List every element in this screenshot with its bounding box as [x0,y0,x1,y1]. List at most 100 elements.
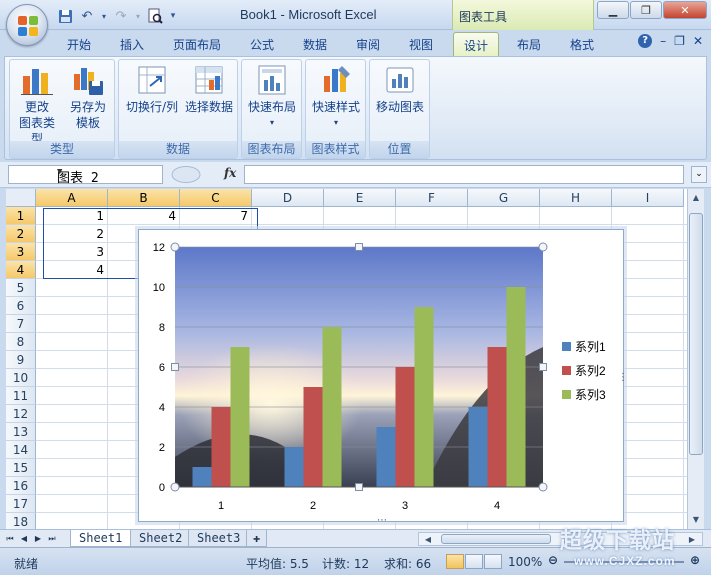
row-header-5[interactable]: 5 [6,279,36,297]
bar-系列3-1[interactable] [230,347,250,487]
bar-系列1-2[interactable] [284,447,304,487]
column-header-c[interactable]: C [180,189,252,207]
horizontal-scroll-thumb[interactable] [441,534,551,544]
row-header-17[interactable]: 17 [6,495,36,513]
normal-view-icon[interactable] [446,554,464,569]
help-icon[interactable]: ? [638,34,653,48]
insert-sheet-icon[interactable]: ✚ [246,530,268,547]
row-header-15[interactable]: 15 [6,459,36,477]
restore-button[interactable]: ❐ [630,1,662,19]
column-header-h[interactable]: H [540,189,612,207]
save-icon[interactable] [56,7,74,25]
plot-area-resize-handle[interactable] [171,363,179,371]
name-box[interactable]: 图表 2 ▼ [8,165,163,186]
row-header-13[interactable]: 13 [6,423,36,441]
quick-styles-button[interactable]: 快速样式 ▾ [308,64,364,131]
legend-entry[interactable]: 系列3 [575,388,606,402]
print-preview-icon[interactable] [146,7,164,25]
row-header-9[interactable]: 9 [6,351,36,369]
column-header-f[interactable]: F [396,189,468,207]
row-header-16[interactable]: 16 [6,477,36,495]
page-layout-view-icon[interactable] [465,554,483,569]
row-header-1[interactable]: 1 [6,207,36,225]
undo-dropdown-icon[interactable]: ▾ [100,7,108,25]
select-all-corner[interactable] [6,189,36,207]
row-header-14[interactable]: 14 [6,441,36,459]
scroll-up-icon[interactable]: ▲ [689,191,703,205]
tab-data[interactable]: 数据 [303,36,327,53]
row-header-4[interactable]: 4 [6,261,36,279]
row-header-6[interactable]: 6 [6,297,36,315]
scroll-left-icon[interactable]: ◀ [421,533,435,547]
minimize-button[interactable]: ▁ [597,1,629,19]
redo-icon[interactable]: ↷ [112,7,130,25]
formula-splitter-icon[interactable] [166,165,216,184]
name-box-dropdown-icon[interactable]: ▼ [57,167,159,177]
undo-icon[interactable]: ↶ [78,7,96,25]
next-sheet-icon[interactable]: ▶ [32,532,44,545]
row-header-3[interactable]: 3 [6,243,36,261]
first-sheet-icon[interactable]: ⏮ [4,532,16,545]
bar-系列1-1[interactable] [192,467,212,487]
bar-系列2-2[interactable] [303,387,323,487]
plot-area-resize-handle[interactable] [538,482,548,492]
page-break-view-icon[interactable] [484,554,502,569]
tab-formulas[interactable]: 公式 [250,36,274,53]
chart-resize-grip-icon[interactable]: ⋮ [618,372,625,383]
chart-canvas[interactable]: 0246810121234系列1系列2系列3⋯⋯⋮⋮ [139,230,625,523]
tab-review[interactable]: 审阅 [356,36,380,53]
formula-input[interactable] [244,165,684,184]
vertical-scrollbar[interactable]: ▲ ▼ [687,189,704,529]
legend-entry[interactable]: 系列2 [575,364,606,378]
row-header-8[interactable]: 8 [6,333,36,351]
bar-系列3-2[interactable] [322,327,342,487]
zoom-level[interactable]: 100% [508,555,542,569]
bar-系列1-4[interactable] [468,407,488,487]
scroll-right-icon[interactable]: ▶ [685,533,699,547]
plot-area-resize-handle[interactable] [538,242,548,252]
save-as-template-button[interactable]: 另存为 模板 [64,64,112,131]
plot-area-resize-handle[interactable] [170,482,180,492]
insert-function-icon[interactable]: fx [224,166,236,180]
column-header-a[interactable]: A [36,189,108,207]
move-chart-button[interactable]: 移动图表 [372,64,428,115]
column-header-i[interactable]: I [612,189,684,207]
workbook-minimize-icon[interactable]: – [660,34,666,48]
zoom-in-icon[interactable]: ⊕ [690,553,700,567]
bar-系列3-4[interactable] [506,287,526,487]
row-header-12[interactable]: 12 [6,405,36,423]
scroll-down-icon[interactable]: ▼ [689,513,703,527]
chart-resize-grip-icon[interactable]: ⋯ [377,515,387,523]
zoom-out-icon[interactable]: ⊖ [548,553,558,567]
quick-layout-button[interactable]: 快速布局 ▾ [244,64,300,131]
tab-format[interactable]: 格式 [570,36,594,53]
workbook-restore-icon[interactable]: ❐ [674,34,685,48]
change-chart-type-button[interactable]: 更改 图表类型 [14,64,60,147]
qat-customize-icon[interactable]: ▾ [168,7,178,25]
select-data-button[interactable]: 选择数据 [182,64,236,115]
redo-dropdown-icon[interactable]: ▾ [134,7,142,25]
last-sheet-icon[interactable]: ⏭ [46,532,58,545]
row-header-10[interactable]: 10 [6,369,36,387]
row-header-18[interactable]: 18 [6,513,36,529]
tab-page-layout[interactable]: 页面布局 [173,36,221,53]
tab-view[interactable]: 视图 [409,36,433,53]
chart-resize-grip-icon[interactable]: ⋮ [139,372,140,383]
column-header-b[interactable]: B [108,189,180,207]
bar-系列2-4[interactable] [487,347,507,487]
plot-area-resize-handle[interactable] [170,242,180,252]
column-header-g[interactable]: G [468,189,540,207]
row-header-11[interactable]: 11 [6,387,36,405]
bar-系列1-3[interactable] [376,427,396,487]
legend-entry[interactable]: 系列1 [575,340,606,354]
tab-home[interactable]: 开始 [67,36,91,53]
row-header-7[interactable]: 7 [6,315,36,333]
tab-layout[interactable]: 布局 [517,36,541,53]
expand-formula-bar-icon[interactable]: ⌄ [691,166,707,183]
chart-object[interactable]: 0246810121234系列1系列2系列3⋯⋯⋮⋮ [138,229,625,523]
workbook-close-icon[interactable]: ✕ [693,34,703,48]
tab-insert[interactable]: 插入 [120,36,144,53]
sheet-tab-sheet3[interactable]: Sheet3 [188,530,250,547]
plot-area-resize-handle[interactable] [355,243,363,251]
close-button[interactable]: ✕ [663,1,707,19]
